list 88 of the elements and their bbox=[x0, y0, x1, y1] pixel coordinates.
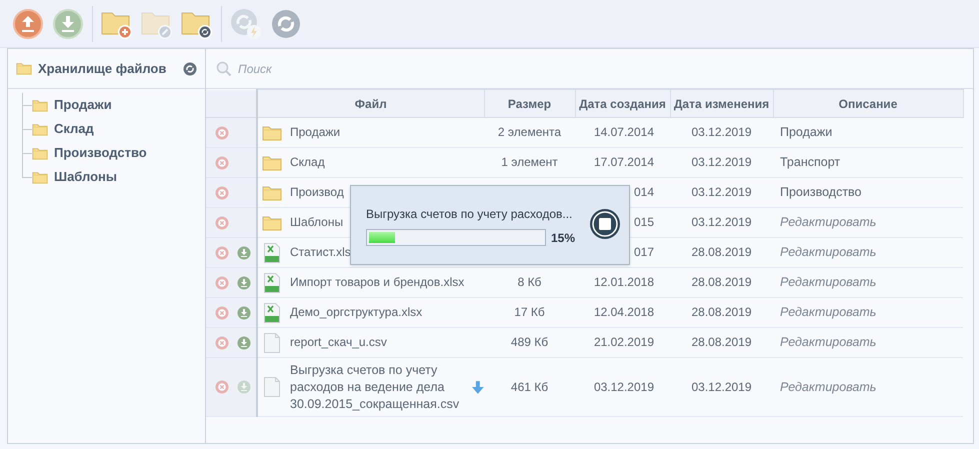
delete-icon[interactable] bbox=[215, 126, 229, 140]
modified-date: 03.12.2019 bbox=[691, 215, 752, 230]
folder-icon bbox=[32, 122, 48, 136]
modified-date: 28.08.2019 bbox=[691, 245, 752, 260]
file-name[interactable]: Демо_оргструктура.xlsx bbox=[290, 304, 422, 321]
description[interactable]: Производство bbox=[780, 185, 862, 200]
file-name[interactable]: Шаблоны bbox=[290, 214, 344, 231]
sidebar-title: Хранилище файлов bbox=[38, 60, 168, 78]
spreadsheet-file-icon bbox=[264, 272, 280, 292]
file-size: 1 элемент bbox=[501, 155, 558, 170]
file-name[interactable]: Производ bbox=[290, 184, 344, 201]
delete-icon[interactable] bbox=[215, 186, 229, 200]
download-icon[interactable] bbox=[237, 336, 251, 350]
modified-date: 03.12.2019 bbox=[691, 155, 752, 170]
file-name[interactable]: Продажи bbox=[290, 124, 340, 141]
delete-icon[interactable] bbox=[215, 276, 229, 290]
file-name[interactable]: report_скач_u.csv bbox=[290, 334, 387, 351]
spreadsheet-file-icon bbox=[264, 302, 280, 322]
delete-icon[interactable] bbox=[215, 306, 229, 320]
folder-icon bbox=[16, 62, 32, 75]
created-date: 014 bbox=[634, 185, 654, 200]
file-name[interactable]: Выгрузка счетов по учету расходов на ведение дела 30.09.2015_сокращенная.csv bbox=[290, 362, 464, 412]
progress-percent: 15% bbox=[551, 230, 576, 247]
file-size: 461 Кб bbox=[510, 380, 548, 394]
folder-icon bbox=[32, 98, 48, 112]
modified-date: 28.08.2019 bbox=[691, 275, 752, 290]
file-name[interactable]: Склад bbox=[290, 154, 325, 171]
file-icon bbox=[264, 377, 280, 397]
stop-button[interactable] bbox=[589, 208, 621, 240]
spreadsheet-file-icon bbox=[264, 242, 280, 262]
tree-item[interactable]: Шаблоны bbox=[54, 167, 117, 187]
delete-icon[interactable] bbox=[215, 216, 229, 230]
download-icon[interactable] bbox=[237, 246, 251, 260]
description[interactable]: Редактировать bbox=[780, 335, 876, 350]
tree-item[interactable]: Производство bbox=[54, 143, 147, 163]
search-field[interactable]: Поиск bbox=[238, 60, 963, 78]
created-date: 017 bbox=[634, 245, 654, 260]
delete-icon[interactable] bbox=[215, 156, 229, 170]
created-date: 12.04.2018 bbox=[594, 305, 654, 320]
folder-icon bbox=[262, 184, 282, 200]
modified-date: 03.12.2019 bbox=[691, 185, 752, 200]
delete-icon[interactable] bbox=[215, 380, 229, 394]
created-date: 17.07.2014 bbox=[594, 155, 654, 170]
column-header[interactable]: Дата изменения bbox=[670, 90, 773, 118]
description[interactable]: Редактировать bbox=[780, 215, 876, 230]
delete-icon[interactable] bbox=[215, 336, 229, 350]
created-date: 14.07.2014 bbox=[594, 125, 654, 140]
file-size: 8 Кб bbox=[518, 275, 542, 290]
modified-date: 03.12.2019 bbox=[691, 380, 752, 394]
column-header[interactable]: Файл bbox=[257, 90, 484, 118]
folder-icon bbox=[262, 214, 282, 230]
search-icon bbox=[216, 60, 232, 76]
download-icon[interactable] bbox=[237, 306, 251, 320]
description[interactable]: Редактировать bbox=[780, 305, 876, 320]
folder-icon bbox=[262, 154, 282, 170]
file-size: 17 Кб bbox=[514, 305, 545, 320]
modified-date: 03.12.2019 bbox=[691, 125, 752, 140]
download-icon[interactable] bbox=[237, 276, 251, 290]
progress-message: Выгрузка счетов по учету расходов... bbox=[366, 206, 572, 223]
created-date: 015 bbox=[634, 215, 654, 230]
refresh-icon[interactable] bbox=[183, 62, 197, 76]
upload-button[interactable] bbox=[12, 8, 44, 40]
column-header[interactable]: Описание bbox=[773, 90, 963, 118]
tree-item[interactable]: Склад bbox=[54, 119, 94, 139]
file-name[interactable]: Импорт товаров и брендов.xlsx bbox=[290, 274, 464, 291]
created-date: 12.01.2018 bbox=[594, 275, 654, 290]
folder-icon bbox=[32, 146, 48, 160]
column-header[interactable]: Дата создания bbox=[575, 90, 670, 118]
column-header[interactable]: Размер bbox=[484, 90, 575, 118]
file-icon bbox=[264, 332, 280, 352]
modified-date: 28.08.2019 bbox=[691, 335, 752, 350]
modified-date: 28.08.2019 bbox=[691, 305, 752, 320]
file-size: 2 элемента bbox=[498, 125, 562, 140]
download-button[interactable] bbox=[52, 8, 84, 40]
created-date: 03.12.2019 bbox=[594, 380, 654, 394]
description[interactable]: Редактировать bbox=[780, 275, 876, 290]
description[interactable]: Редактировать bbox=[780, 245, 876, 260]
folder-icon bbox=[32, 170, 48, 184]
file-size: 489 Кб bbox=[510, 335, 548, 350]
created-date: 21.02.2019 bbox=[594, 335, 654, 350]
description[interactable]: Редактировать bbox=[780, 380, 876, 394]
refresh-button[interactable] bbox=[270, 8, 302, 40]
tree-item[interactable]: Продажи bbox=[54, 95, 112, 115]
description[interactable]: Транспорт bbox=[780, 155, 840, 170]
file-name[interactable]: Статист.xls bbox=[290, 244, 351, 261]
delete-icon[interactable] bbox=[215, 246, 229, 260]
description[interactable]: Продажи bbox=[780, 125, 832, 140]
folder-icon bbox=[262, 124, 282, 140]
